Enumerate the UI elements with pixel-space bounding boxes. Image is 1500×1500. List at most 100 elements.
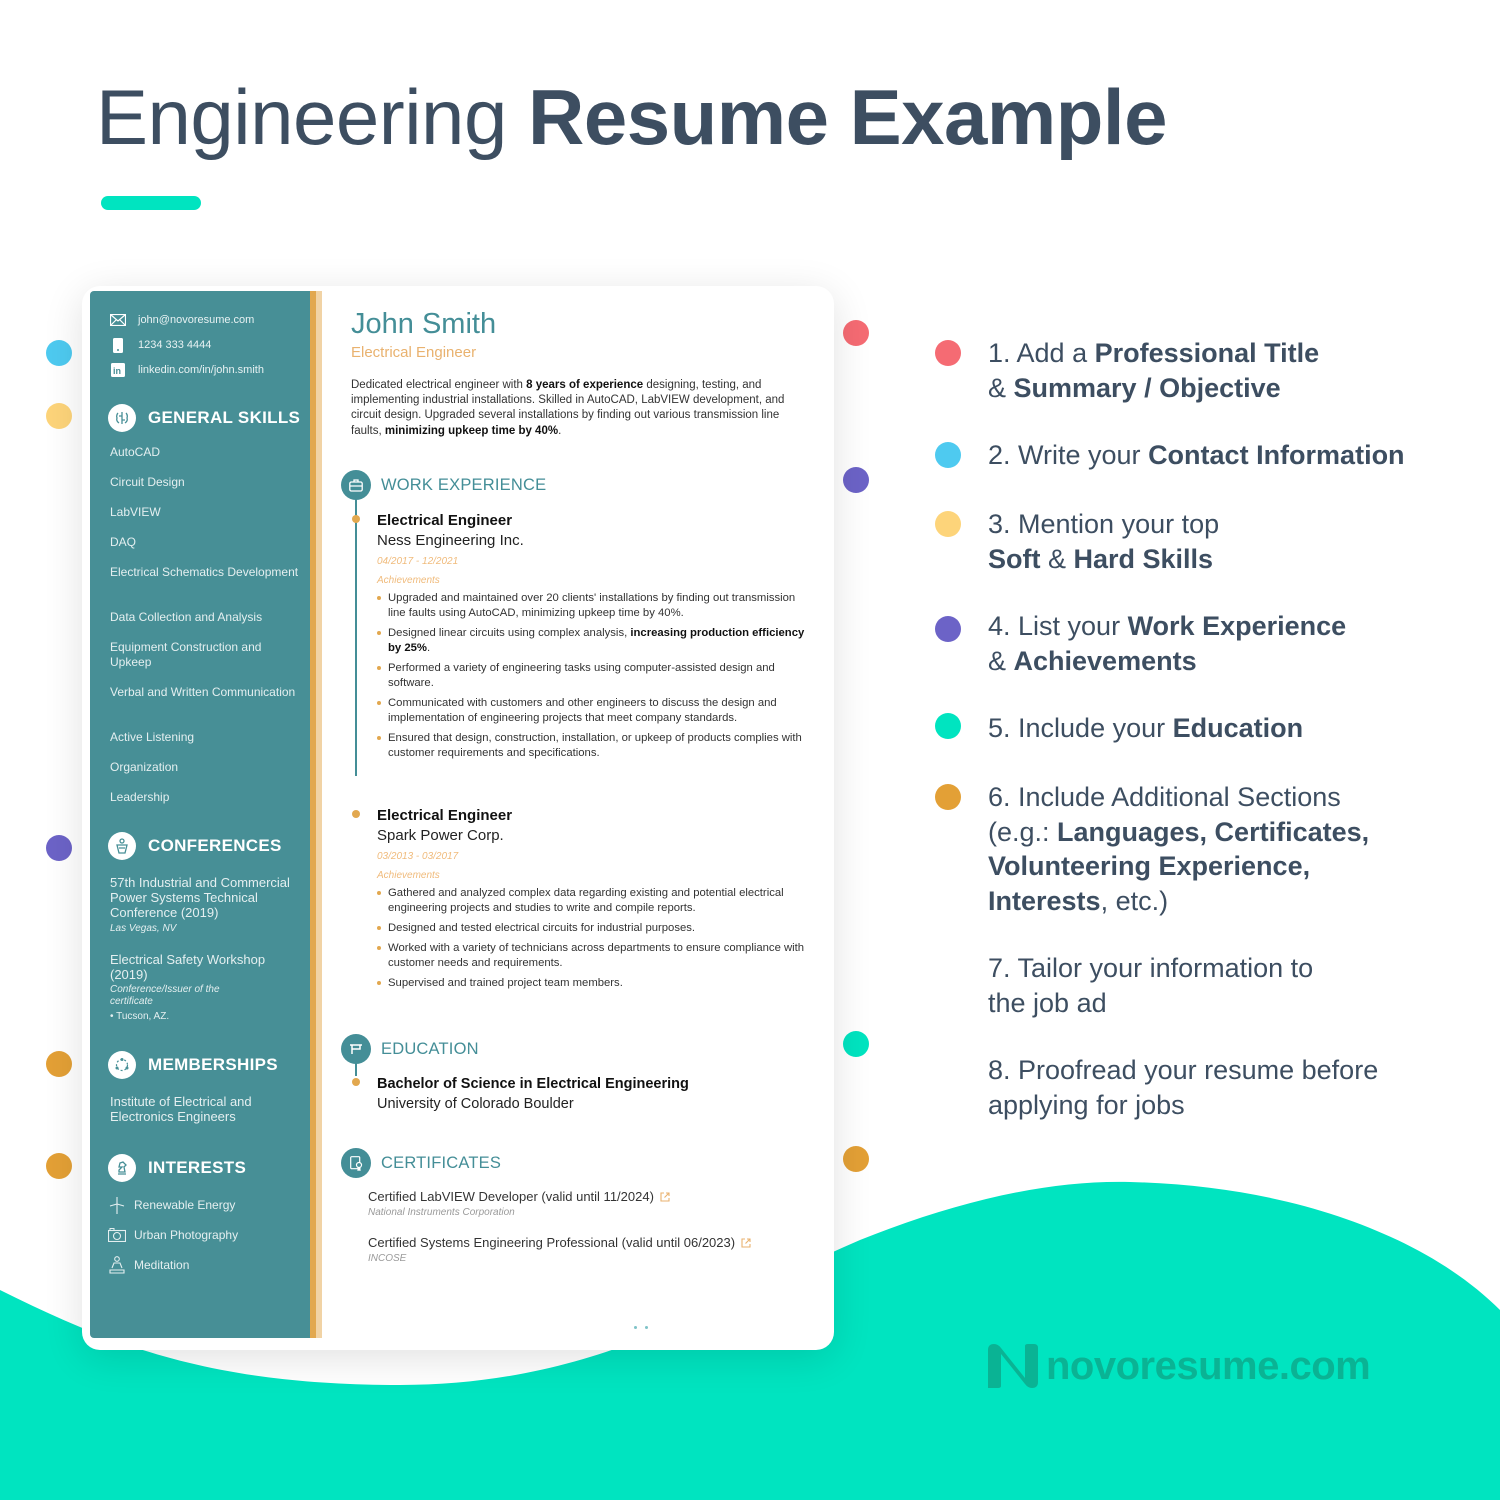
- job-company: Ness Engineering Inc.: [377, 532, 524, 549]
- achievement-bullet: Worked with a variety of technicians acr…: [377, 941, 807, 971]
- step-marker-dot: [935, 511, 961, 537]
- achievement-bullet: Performed a variety of engineering tasks…: [377, 661, 807, 691]
- brain-icon: [108, 404, 136, 432]
- interests-heading: INTERESTS: [108, 1154, 246, 1182]
- conference-issuer: Conference/Issuer of the certificate: [110, 984, 220, 1007]
- page-title: Engineering Resume Example: [96, 72, 1167, 163]
- resume-preview: john@novoresume.com 1234 333 4444 in lin…: [82, 286, 834, 1350]
- memberships-heading: MEMBERSHIPS: [108, 1051, 278, 1079]
- conferences-heading: CONFERENCES: [108, 832, 282, 860]
- brand-wordmark: novoresume.com: [1046, 1343, 1371, 1388]
- page-title-bold: Resume Example: [528, 73, 1167, 161]
- step-item: 1. Add a Professional Title & Summary / …: [988, 338, 1320, 403]
- job-dates: 04/2017 - 12/2021: [377, 556, 459, 567]
- achievement-bullet: Designed and tested electrical circuits …: [377, 921, 807, 936]
- achievement-bullet: Communicated with customers and other en…: [377, 696, 807, 726]
- step-marker-dot: [935, 442, 961, 468]
- skill-item: Data Collection and Analysis: [110, 610, 263, 624]
- job-bullets: Upgraded and maintained over 20 clients'…: [377, 591, 807, 766]
- skill-item: LabVIEW: [110, 505, 161, 519]
- certificate-link[interactable]: Certified LabVIEW Developer (valid until…: [368, 1189, 670, 1204]
- marker-dot-education: [843, 1031, 869, 1057]
- svg-text:in: in: [113, 366, 121, 376]
- skill-item: Electrical Schematics Development: [110, 565, 299, 579]
- external-link-icon[interactable]: [660, 1191, 670, 1202]
- conference-location: • Tucson, AZ.: [110, 1011, 170, 1022]
- podium-icon: [108, 832, 136, 860]
- novoresume-logo-icon: [988, 1344, 1038, 1388]
- work-experience-heading: WORK EXPERIENCE: [341, 470, 546, 500]
- wind-turbine-icon: [108, 1196, 126, 1214]
- achievement-bullet: Designed linear circuits using complex a…: [377, 626, 807, 656]
- education-heading: EDUCATION: [341, 1034, 479, 1064]
- network-icon: [108, 1051, 136, 1079]
- marker-dot-title: [843, 320, 869, 346]
- general-skills-heading: GENERAL SKILLS: [108, 404, 300, 432]
- linkedin-icon: in: [110, 363, 126, 377]
- timeline-line: [355, 1062, 357, 1076]
- email-text: john@novoresume.com: [138, 314, 255, 326]
- step-item: 7. Tailor your information to the job ad: [988, 953, 1314, 1018]
- skill-item: AutoCAD: [110, 445, 161, 459]
- achievement-bullet: Gathered and analyzed complex data regar…: [377, 886, 807, 916]
- marker-dot-contact: [46, 340, 72, 366]
- skill-item: DAQ: [110, 535, 137, 549]
- step-item: 3. Mention your top Soft & Hard Skills: [988, 509, 1220, 574]
- briefcase-icon: [341, 470, 371, 500]
- achievement-bullet: Upgraded and maintained over 20 clients'…: [377, 591, 807, 621]
- marker-dot-conferences: [46, 835, 72, 861]
- resume-role: Electrical Engineer: [351, 344, 477, 361]
- conference-title: Electrical Safety Workshop (2019): [110, 952, 266, 982]
- phone-text: 1234 333 4444: [138, 339, 212, 351]
- certificates-heading: CERTIFICATES: [341, 1148, 501, 1178]
- linkedin-text: linkedin.com/in/john.smith: [138, 364, 264, 376]
- timeline-dot: [352, 515, 360, 523]
- job-company: Spark Power Corp.: [377, 827, 504, 844]
- timeline-dot: [352, 1078, 360, 1086]
- step-item: 8. Proofread your resume before applying…: [988, 1055, 1379, 1120]
- skill-item: Leadership: [110, 790, 170, 804]
- title-underline: [101, 196, 201, 210]
- skill-item: Organization: [110, 760, 179, 774]
- education-degree: Bachelor of Science in Electrical Engine…: [377, 1076, 689, 1092]
- timeline-dot: [352, 810, 360, 818]
- chess-knight-icon: [108, 1154, 136, 1182]
- job-title: Electrical Engineer: [377, 807, 513, 824]
- skill-item: Circuit Design: [110, 475, 185, 489]
- achievements-label: Achievements: [377, 575, 440, 586]
- marker-dot-skills: [46, 403, 72, 429]
- marker-dot-certificates: [843, 1146, 869, 1172]
- marker-dot-work: [843, 467, 869, 493]
- achievements-label: Achievements: [377, 870, 440, 881]
- skill-item: Active Listening: [110, 730, 195, 744]
- certificate-issuer: INCOSE: [368, 1253, 407, 1264]
- achievement-bullet: Supervised and trained project team memb…: [377, 976, 807, 991]
- marker-dot-interests: [46, 1153, 72, 1179]
- contact-email: john@novoresume.com: [110, 313, 254, 327]
- interest-item: Meditation: [108, 1256, 189, 1274]
- interest-item: Renewable Energy: [108, 1196, 235, 1214]
- skill-item: Equipment Construction and Upkeep: [110, 640, 262, 669]
- step-item: 2. Write your Contact Information: [988, 440, 1405, 470]
- certificate-issuer: National Instruments Corporation: [368, 1207, 515, 1218]
- resume-name: John Smith: [351, 308, 497, 340]
- interest-item: Urban Photography: [108, 1226, 238, 1244]
- meditation-icon: [108, 1256, 126, 1274]
- brand-logo: novoresume.com: [986, 1342, 1371, 1390]
- job-title: Electrical Engineer: [377, 512, 513, 529]
- achievement-bullet: Ensured that design, construction, insta…: [377, 731, 807, 761]
- step-marker-dot: [935, 616, 961, 642]
- conference-location: Las Vegas, NV: [110, 923, 177, 934]
- external-link-icon[interactable]: [741, 1237, 751, 1248]
- step-marker-dot: [935, 340, 961, 366]
- step-item: 4. List your Work Experience & Achieveme…: [988, 611, 1347, 676]
- marker-dot-memberships: [46, 1051, 72, 1077]
- camera-icon: [108, 1226, 126, 1244]
- contact-phone: 1234 333 4444: [110, 337, 212, 353]
- skill-item: Verbal and Written Communication: [110, 685, 296, 699]
- step-item: 5. Include your Education: [988, 713, 1304, 743]
- sidebar-accent-stripe-light: [316, 291, 322, 1338]
- certificate-link[interactable]: Certified Systems Engineering Profession…: [368, 1235, 751, 1250]
- page-indicator: [634, 1326, 648, 1329]
- job-bullets: Gathered and analyzed complex data regar…: [377, 886, 807, 996]
